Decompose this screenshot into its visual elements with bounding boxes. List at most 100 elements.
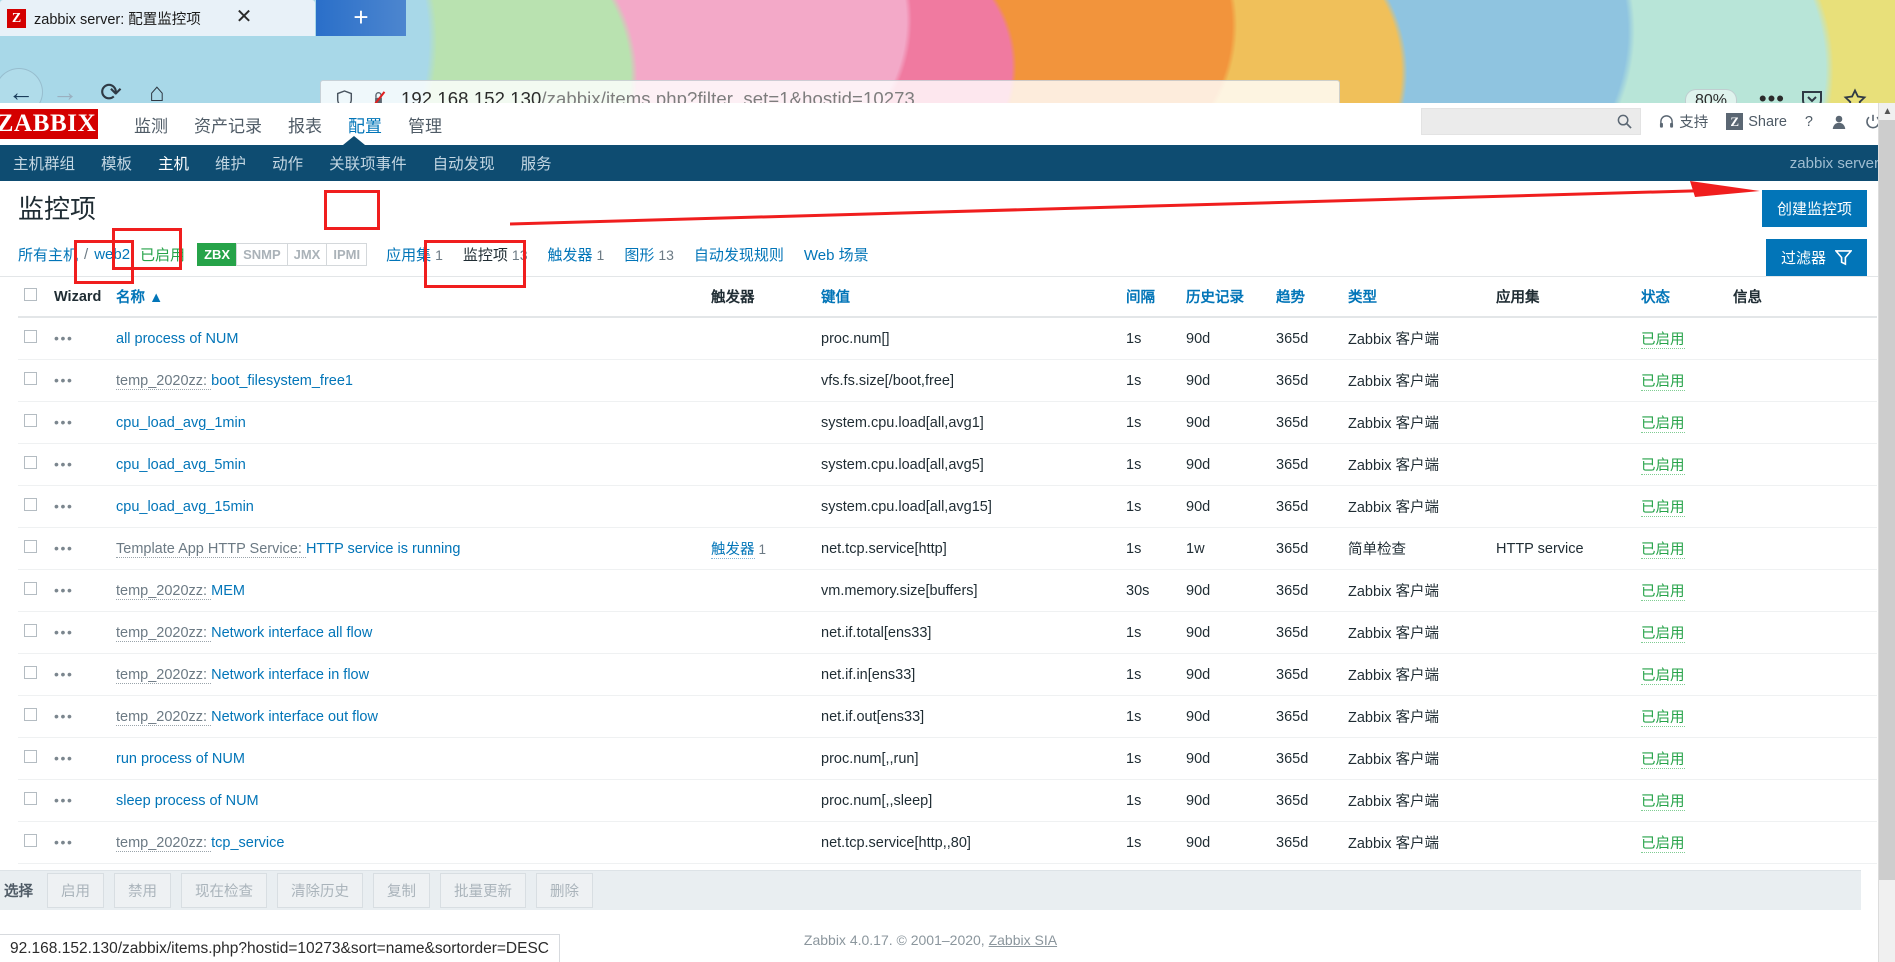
row-wizard-cell[interactable]: ••• xyxy=(48,401,110,444)
row-item-name[interactable]: Network interface all flow xyxy=(211,625,372,641)
row-checkbox-cell[interactable] xyxy=(18,611,48,654)
row-item-name[interactable]: boot_filesystem_free1 xyxy=(211,373,353,389)
row-checkbox[interactable] xyxy=(24,498,37,511)
row-menu-icon[interactable]: ••• xyxy=(54,666,74,682)
row-wizard-cell[interactable]: ••• xyxy=(48,317,110,360)
tab-web-scenarios[interactable]: Web 场景 xyxy=(804,244,869,265)
row-wizard-cell[interactable]: ••• xyxy=(48,737,110,780)
row-template-prefix[interactable]: Template App HTTP Service: xyxy=(116,540,306,558)
tab-discovery-rules[interactable]: 自动发现规则 xyxy=(694,244,784,265)
row-template-prefix[interactable]: temp_2020zz: xyxy=(116,834,212,852)
row-item-name[interactable]: cpu_load_avg_5min xyxy=(116,457,246,473)
row-checkbox[interactable] xyxy=(24,666,37,679)
row-status-cell[interactable]: 已启用 xyxy=(1635,527,1727,570)
row-template-prefix[interactable]: temp_2020zz: xyxy=(116,666,212,684)
row-name-cell[interactable]: run process of NUM xyxy=(110,737,705,780)
column-key[interactable]: 键值 xyxy=(815,277,1120,318)
host-status-label[interactable]: 已启用 xyxy=(140,244,185,265)
row-status-link[interactable]: 已启用 xyxy=(1641,374,1685,391)
row-wizard-cell[interactable]: ••• xyxy=(48,485,110,528)
row-name-cell[interactable]: cpu_load_avg_5min xyxy=(110,443,705,486)
column-history[interactable]: 历史记录 xyxy=(1180,277,1270,318)
row-item-name[interactable]: all process of NUM xyxy=(116,331,238,347)
row-wizard-cell[interactable]: ••• xyxy=(48,569,110,612)
row-status-link[interactable]: 已启用 xyxy=(1641,458,1685,475)
row-status-cell[interactable]: 已启用 xyxy=(1635,653,1727,696)
row-status-cell[interactable]: 已启用 xyxy=(1635,401,1727,444)
row-checkbox[interactable] xyxy=(24,792,37,805)
row-checkbox[interactable] xyxy=(24,750,37,763)
row-item-name[interactable]: tcp_service xyxy=(211,835,284,851)
column-name[interactable]: 名称 ▲ xyxy=(110,277,705,318)
row-status-link[interactable]: 已启用 xyxy=(1641,542,1685,559)
row-checkbox-cell[interactable] xyxy=(18,401,48,444)
row-wizard-cell[interactable]: ••• xyxy=(48,821,110,864)
row-status-link[interactable]: 已启用 xyxy=(1641,794,1685,811)
row-name-cell[interactable]: temp_2020zz: Network interface all flow xyxy=(110,611,705,654)
row-template-prefix[interactable]: temp_2020zz: xyxy=(116,372,212,390)
row-triggers-cell[interactable]: 触发器 1 xyxy=(705,527,815,570)
browser-tab-active[interactable]: Z zabbix server: 配置监控项 ✕ xyxy=(0,0,315,36)
check-now-button[interactable]: 现在检查 xyxy=(181,873,267,908)
row-status-cell[interactable]: 已启用 xyxy=(1635,779,1727,822)
menu-item-monitoring[interactable]: 监测 xyxy=(121,106,181,143)
row-name-cell[interactable]: cpu_load_avg_15min xyxy=(110,485,705,528)
delete-button[interactable]: 删除 xyxy=(536,873,593,908)
global-search[interactable] xyxy=(1421,108,1642,135)
row-status-cell[interactable]: 已启用 xyxy=(1635,443,1727,486)
row-menu-icon[interactable]: ••• xyxy=(54,708,74,724)
row-status-link[interactable]: 已启用 xyxy=(1641,584,1685,601)
tab-triggers[interactable]: 触发器 1 xyxy=(548,244,605,265)
tab-graphs[interactable]: 图形 13 xyxy=(624,244,674,265)
row-checkbox-cell[interactable] xyxy=(18,779,48,822)
help-link[interactable]: ? xyxy=(1805,114,1813,130)
row-menu-icon[interactable]: ••• xyxy=(54,540,74,556)
share-link[interactable]: Z Share xyxy=(1726,113,1787,130)
copy-button[interactable]: 复制 xyxy=(373,873,430,908)
scroll-thumb[interactable] xyxy=(1879,120,1895,880)
row-wizard-cell[interactable]: ••• xyxy=(48,527,110,570)
row-name-cell[interactable]: temp_2020zz: MEM xyxy=(110,569,705,612)
subnav-item-hosts[interactable]: 主机 xyxy=(145,145,202,181)
select-all-checkbox[interactable] xyxy=(24,288,37,301)
row-checkbox[interactable] xyxy=(24,834,37,847)
row-status-link[interactable]: 已启用 xyxy=(1641,668,1685,685)
page-scrollbar[interactable]: ▲ xyxy=(1878,103,1895,962)
row-checkbox[interactable] xyxy=(24,624,37,637)
row-item-name[interactable]: Network interface out flow xyxy=(211,709,378,725)
subnav-item-services[interactable]: 服务 xyxy=(508,145,565,181)
subnav-item-host-groups[interactable]: 主机群组 xyxy=(0,145,88,181)
row-name-cell[interactable]: cpu_load_avg_1min xyxy=(110,401,705,444)
row-checkbox-cell[interactable] xyxy=(18,821,48,864)
row-status-cell[interactable]: 已启用 xyxy=(1635,317,1727,360)
row-status-cell[interactable]: 已启用 xyxy=(1635,359,1727,402)
row-status-cell[interactable]: 已启用 xyxy=(1635,737,1727,780)
search-input[interactable] xyxy=(1430,113,1618,130)
row-name-cell[interactable]: sleep process of NUM xyxy=(110,779,705,822)
row-menu-icon[interactable]: ••• xyxy=(54,750,74,766)
row-checkbox-cell[interactable] xyxy=(18,569,48,612)
user-profile-link[interactable] xyxy=(1831,114,1847,130)
menu-item-administration[interactable]: 管理 xyxy=(395,106,455,143)
row-menu-icon[interactable]: ••• xyxy=(54,498,74,514)
row-trigger-link[interactable]: 触发器 xyxy=(711,542,755,559)
row-wizard-cell[interactable]: ••• xyxy=(48,695,110,738)
row-status-link[interactable]: 已启用 xyxy=(1641,752,1685,769)
row-status-cell[interactable]: 已启用 xyxy=(1635,611,1727,654)
row-menu-icon[interactable]: ••• xyxy=(54,372,74,388)
row-wizard-cell[interactable]: ••• xyxy=(48,443,110,486)
tab-items[interactable]: 监控项 13 xyxy=(463,244,528,265)
row-name-cell[interactable]: Template App HTTP Service: HTTP service … xyxy=(110,527,705,570)
row-checkbox-cell[interactable] xyxy=(18,527,48,570)
breadcrumb-all-hosts[interactable]: 所有主机 xyxy=(18,244,78,265)
row-item-name[interactable]: cpu_load_avg_1min xyxy=(116,415,246,431)
enable-button[interactable]: 启用 xyxy=(47,873,104,908)
row-name-cell[interactable]: all process of NUM xyxy=(110,317,705,360)
row-checkbox[interactable] xyxy=(24,582,37,595)
row-item-name[interactable]: MEM xyxy=(211,583,245,599)
row-name-cell[interactable]: temp_2020zz: tcp_service xyxy=(110,821,705,864)
row-checkbox[interactable] xyxy=(24,456,37,469)
row-checkbox[interactable] xyxy=(24,330,37,343)
menu-item-reports[interactable]: 报表 xyxy=(275,106,335,143)
row-item-name[interactable]: run process of NUM xyxy=(116,751,245,767)
